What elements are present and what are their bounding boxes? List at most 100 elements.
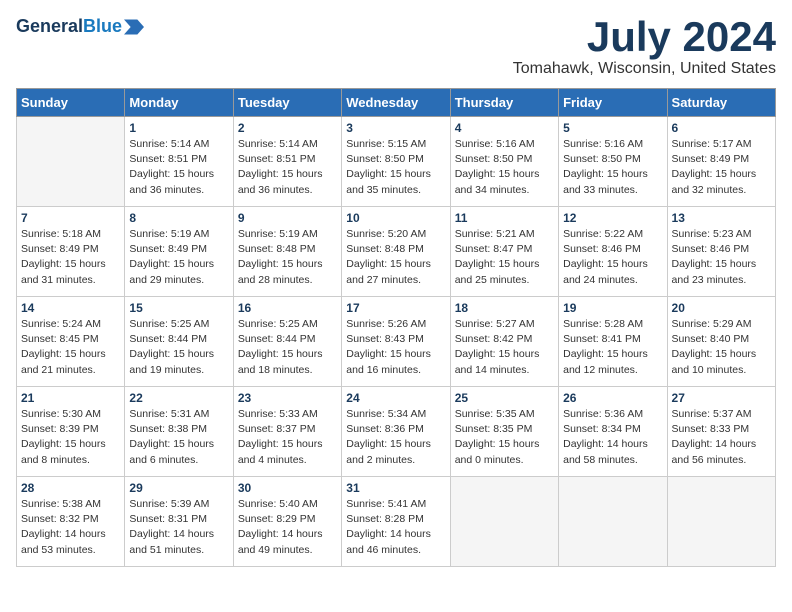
day-number: 21 [21,391,120,405]
calendar-cell: 30 Sunrise: 5:40 AMSunset: 8:29 PMDayligh… [233,477,341,567]
day-info: Sunrise: 5:39 AMSunset: 8:31 PMDaylight:… [129,497,228,558]
calendar-cell: 18Sunrise: 5:27 AMSunset: 8:42 PMDayligh… [450,297,558,387]
day-number: 9 [238,211,337,225]
calendar-cell: 29 Sunrise: 5:39 AMSunset: 8:31 PMDayligh… [125,477,233,567]
calendar-cell [450,477,558,567]
calendar-header-row: SundayMondayTuesdayWednesdayThursdayFrid… [17,89,776,117]
calendar-header-tuesday: Tuesday [233,89,341,117]
day-info: Sunrise: 5:37 AMSunset: 8:33 PMDaylight:… [672,407,771,468]
day-number: 13 [672,211,771,225]
day-info: Sunrise: 5:16 AMSunset: 8:50 PMDaylight:… [455,137,554,198]
day-number: 17 [346,301,445,315]
calendar-cell: 31 Sunrise: 5:41 AMSunset: 8:28 PMDayligh… [342,477,450,567]
calendar-cell: 13 Sunrise: 5:23 AMSunset: 8:46 PMDayligh… [667,207,775,297]
day-info: Sunrise: 5:30 AMSunset: 8:39 PMDaylight:… [21,407,120,468]
calendar-header-thursday: Thursday [450,89,558,117]
day-info: Sunrise: 5:34 AMSunset: 8:36 PMDaylight:… [346,407,445,468]
day-number: 22 [129,391,228,405]
calendar-cell: 25 Sunrise: 5:35 AMSunset: 8:35 PMDayligh… [450,387,558,477]
day-info: Sunrise: 5:20 AMSunset: 8:48 PMDaylight:… [346,227,445,288]
calendar-cell: 20Sunrise: 5:29 AMSunset: 8:40 PMDayligh… [667,297,775,387]
calendar-cell [17,117,125,207]
day-number: 26 [563,391,662,405]
day-number: 12 [563,211,662,225]
day-info: Sunrise: 5:26 AMSunset: 8:43 PMDaylight:… [346,317,445,378]
calendar-cell: 11 Sunrise: 5:21 AMSunset: 8:47 PMDayligh… [450,207,558,297]
logo-general-text: GeneralBlue [16,16,122,37]
day-info: Sunrise: 5:17 AMSunset: 8:49 PMDaylight:… [672,137,771,198]
day-number: 19 [563,301,662,315]
day-info: Sunrise: 5:35 AMSunset: 8:35 PMDaylight:… [455,407,554,468]
day-number: 16 [238,301,337,315]
calendar-cell: 4Sunrise: 5:16 AMSunset: 8:50 PMDaylight… [450,117,558,207]
day-info: Sunrise: 5:14 AMSunset: 8:51 PMDaylight:… [238,137,337,198]
day-number: 28 [21,481,120,495]
day-number: 24 [346,391,445,405]
location-title: Tomahawk, Wisconsin, United States [513,60,776,78]
logo: GeneralBlue [16,16,144,37]
day-number: 31 [346,481,445,495]
calendar-cell: 1 Sunrise: 5:14 AMSunset: 8:51 PMDaylight… [125,117,233,207]
day-number: 6 [672,121,771,135]
calendar-cell: 3 Sunrise: 5:15 AMSunset: 8:50 PMDaylight… [342,117,450,207]
day-number: 18 [455,301,554,315]
day-number: 8 [129,211,228,225]
day-info: Sunrise: 5:31 AMSunset: 8:38 PMDaylight:… [129,407,228,468]
title-area: July 2024 Tomahawk, Wisconsin, United St… [513,16,776,78]
day-number: 7 [21,211,120,225]
day-info: Sunrise: 5:19 AMSunset: 8:49 PMDaylight:… [129,227,228,288]
day-info: Sunrise: 5:25 AMSunset: 8:44 PMDaylight:… [129,317,228,378]
calendar-cell: 22 Sunrise: 5:31 AMSunset: 8:38 PMDayligh… [125,387,233,477]
day-info: Sunrise: 5:41 AMSunset: 8:28 PMDaylight:… [346,497,445,558]
day-info: Sunrise: 5:33 AMSunset: 8:37 PMDaylight:… [238,407,337,468]
day-info: Sunrise: 5:28 AMSunset: 8:41 PMDaylight:… [563,317,662,378]
day-number: 15 [129,301,228,315]
calendar-cell: 2 Sunrise: 5:14 AMSunset: 8:51 PMDaylight… [233,117,341,207]
day-number: 11 [455,211,554,225]
day-info: Sunrise: 5:18 AMSunset: 8:49 PMDaylight:… [21,227,120,288]
day-number: 25 [455,391,554,405]
day-info: Sunrise: 5:24 AMSunset: 8:45 PMDaylight:… [21,317,120,378]
day-info: Sunrise: 5:36 AMSunset: 8:34 PMDaylight:… [563,407,662,468]
calendar-header-wednesday: Wednesday [342,89,450,117]
calendar-cell: 23Sunrise: 5:33 AMSunset: 8:37 PMDayligh… [233,387,341,477]
calendar-cell [559,477,667,567]
day-number: 10 [346,211,445,225]
day-number: 1 [129,121,228,135]
calendar-cell: 24 Sunrise: 5:34 AMSunset: 8:36 PMDayligh… [342,387,450,477]
calendar-header-sunday: Sunday [17,89,125,117]
calendar-header-saturday: Saturday [667,89,775,117]
day-number: 29 [129,481,228,495]
day-number: 30 [238,481,337,495]
day-number: 27 [672,391,771,405]
calendar-cell: 27 Sunrise: 5:37 AMSunset: 8:33 PMDayligh… [667,387,775,477]
calendar-cell [667,477,775,567]
calendar-cell: 16 Sunrise: 5:25 AMSunset: 8:44 PMDayligh… [233,297,341,387]
day-info: Sunrise: 5:29 AMSunset: 8:40 PMDaylight:… [672,317,771,378]
day-info: Sunrise: 5:14 AMSunset: 8:51 PMDaylight:… [129,137,228,198]
calendar-week-row-4: 21 Sunrise: 5:30 AMSunset: 8:39 PMDayligh… [17,387,776,477]
calendar-cell: 26 Sunrise: 5:36 AMSunset: 8:34 PMDayligh… [559,387,667,477]
calendar-cell: 14 Sunrise: 5:24 AMSunset: 8:45 PMDayligh… [17,297,125,387]
day-info: Sunrise: 5:21 AMSunset: 8:47 PMDaylight:… [455,227,554,288]
calendar-cell: 10 Sunrise: 5:20 AMSunset: 8:48 PMDayligh… [342,207,450,297]
calendar-week-row-2: 7 Sunrise: 5:18 AMSunset: 8:49 PMDaylight… [17,207,776,297]
calendar-cell: 19 Sunrise: 5:28 AMSunset: 8:41 PMDayligh… [559,297,667,387]
month-title: July 2024 [513,16,776,58]
day-info: Sunrise: 5:23 AMSunset: 8:46 PMDaylight:… [672,227,771,288]
day-number: 14 [21,301,120,315]
day-info: Sunrise: 5:40 AMSunset: 8:29 PMDaylight:… [238,497,337,558]
calendar-table: SundayMondayTuesdayWednesdayThursdayFrid… [16,88,776,567]
calendar-cell: 6 Sunrise: 5:17 AMSunset: 8:49 PMDaylight… [667,117,775,207]
day-number: 2 [238,121,337,135]
calendar-cell: 7 Sunrise: 5:18 AMSunset: 8:49 PMDaylight… [17,207,125,297]
calendar-cell: 9Sunrise: 5:19 AMSunset: 8:48 PMDaylight… [233,207,341,297]
day-info: Sunrise: 5:16 AMSunset: 8:50 PMDaylight:… [563,137,662,198]
day-number: 3 [346,121,445,135]
calendar-week-row-3: 14 Sunrise: 5:24 AMSunset: 8:45 PMDayligh… [17,297,776,387]
day-info: Sunrise: 5:25 AMSunset: 8:44 PMDaylight:… [238,317,337,378]
header: GeneralBlue July 2024 Tomahawk, Wisconsi… [16,16,776,78]
calendar-cell: 5Sunrise: 5:16 AMSunset: 8:50 PMDaylight… [559,117,667,207]
day-info: Sunrise: 5:15 AMSunset: 8:50 PMDaylight:… [346,137,445,198]
logo-arrow-icon [124,19,144,35]
